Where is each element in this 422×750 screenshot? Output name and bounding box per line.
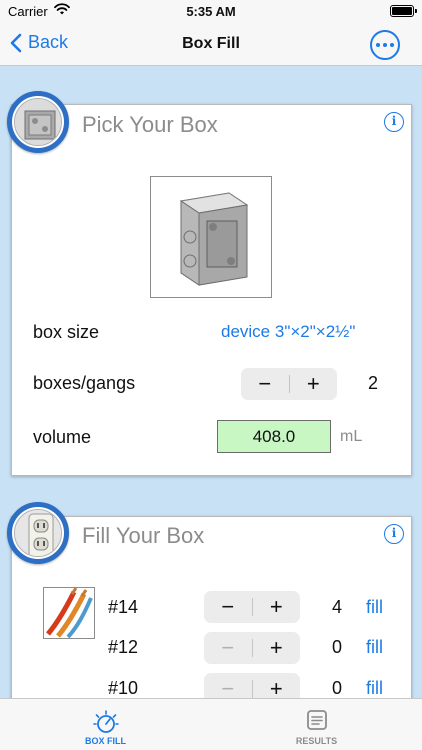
wifi-icon xyxy=(54,3,70,15)
ellipsis-icon xyxy=(376,43,380,47)
wire-14-decrement-button[interactable]: − xyxy=(204,591,252,623)
box-badge xyxy=(7,91,69,153)
fill-box-info-button[interactable]: i xyxy=(384,524,404,544)
volume-unit: mL xyxy=(340,428,363,445)
wire-14-fill-link[interactable]: fill xyxy=(366,597,383,618)
boxes-gangs-label: boxes/gangs xyxy=(33,373,136,393)
box-size-label: box size xyxy=(33,322,100,342)
pick-box-info-button[interactable]: i xyxy=(384,112,404,132)
back-label: Back xyxy=(28,32,69,52)
battery-icon xyxy=(390,5,417,17)
wire-12-count: 0 xyxy=(331,637,342,657)
receptacle-icon xyxy=(15,510,61,556)
wires-illustration xyxy=(46,588,93,638)
receptacle-badge xyxy=(7,502,69,564)
wire-image xyxy=(43,587,95,639)
tab-box-fill[interactable]: BOX FILL xyxy=(0,699,211,750)
electrical-box-icon xyxy=(15,99,61,145)
fill-box-title: Fill Your Box xyxy=(82,523,205,548)
more-options-button[interactable] xyxy=(370,30,400,60)
tab-results[interactable]: RESULTS xyxy=(211,699,422,750)
wire-12-increment-button[interactable]: + xyxy=(253,632,301,664)
status-bar: Carrier 5:35 AM xyxy=(0,0,422,24)
boxes-count: 2 xyxy=(367,373,378,393)
boxes-decrement-button[interactable]: − xyxy=(241,368,289,400)
pick-box-title: Pick Your Box xyxy=(82,112,218,137)
box-size-selector[interactable]: device 3"×2"×2½" xyxy=(221,322,355,342)
box-fill-icon xyxy=(92,710,119,733)
wire-14-count: 4 xyxy=(331,597,342,617)
wire-14-increment-button[interactable]: + xyxy=(253,591,301,623)
navigation-bar: Back Box Fill xyxy=(0,24,422,66)
tab-bar: BOX FILL RESULTS xyxy=(0,698,422,750)
wire-10-fill-link[interactable]: fill xyxy=(366,678,383,699)
device-box-illustration xyxy=(179,192,249,286)
wire-10-count: 0 xyxy=(331,678,342,698)
wire-12-decrement-button[interactable]: − xyxy=(204,632,252,664)
wire-12-stepper: − + xyxy=(204,632,300,664)
tab-box-fill-label: BOX FILL xyxy=(85,736,126,746)
wire-12-fill-link[interactable]: fill xyxy=(366,637,383,658)
tab-results-label: RESULTS xyxy=(295,736,338,746)
chevron-left-icon xyxy=(10,33,22,52)
wire-14-stepper: − + xyxy=(204,591,300,623)
wire-gauge-12-label: #12 xyxy=(108,637,139,657)
volume-field: 408.0 xyxy=(217,420,331,453)
boxes-stepper: − + xyxy=(241,368,337,400)
wire-gauge-14-label: #14 xyxy=(108,597,139,617)
results-icon xyxy=(306,710,327,730)
box-image xyxy=(150,176,272,298)
wire-gauge-10-label: #10 xyxy=(108,678,139,698)
carrier-label: Carrier xyxy=(8,4,48,19)
boxes-increment-button[interactable]: + xyxy=(290,368,338,400)
back-button[interactable]: Back xyxy=(10,32,68,53)
volume-label: volume xyxy=(33,427,92,447)
